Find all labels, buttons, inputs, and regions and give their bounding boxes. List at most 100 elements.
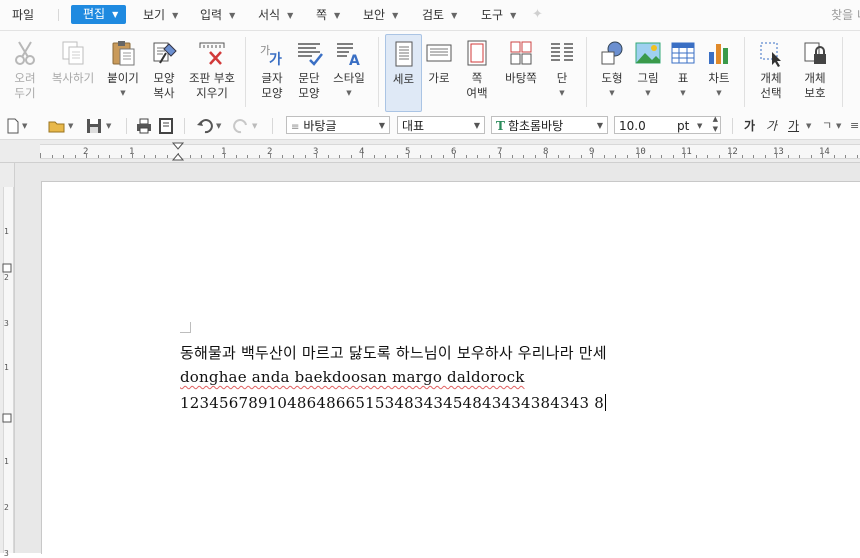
italic-button[interactable]: 가 xyxy=(766,117,777,135)
font-select[interactable]: T 함초롬바탕 ▼ xyxy=(491,116,608,134)
spinner-down-icon[interactable]: ▼ xyxy=(713,124,718,134)
chevron-down-icon[interactable]: ▼ xyxy=(216,117,221,135)
portrait-page-icon xyxy=(395,41,412,67)
save-icon[interactable] xyxy=(86,117,102,135)
shape-button[interactable]: 도형 ▼ xyxy=(595,34,629,110)
ruler-tick xyxy=(454,153,455,158)
ruler-tick xyxy=(626,155,628,158)
bold-button[interactable]: 가 xyxy=(744,117,755,135)
picture-icon xyxy=(635,42,661,64)
clipboard-icon xyxy=(112,41,135,66)
chevron-down-icon[interactable]: ▼ xyxy=(68,117,73,135)
document-line-2[interactable]: donghae anda baekdoosan margo daldorock xyxy=(180,368,525,386)
ruler-number: 2 xyxy=(4,273,9,282)
landscape-button[interactable]: 가로 xyxy=(423,34,455,110)
ruler-tick xyxy=(132,153,133,158)
ruler-tick xyxy=(339,155,340,158)
indent-marker-icon[interactable] xyxy=(172,142,184,162)
para-shape-button[interactable]: 문단 모양 xyxy=(292,34,326,110)
chevron-down-icon[interactable]: ▼ xyxy=(806,117,811,135)
ruler-tick xyxy=(166,155,168,158)
print-preview-icon[interactable] xyxy=(158,117,174,135)
paste-button[interactable]: 붙이기 ▼ xyxy=(102,34,144,110)
table-button[interactable]: 표 ▼ xyxy=(668,34,698,110)
ruler-tick xyxy=(258,155,260,158)
chevron-down-icon[interactable]: ▼ xyxy=(836,117,841,135)
chevron-down-icon: ▼ xyxy=(287,11,294,20)
menu-file[interactable]: 파일 xyxy=(12,6,34,24)
chevron-down-icon: ▼ xyxy=(716,89,722,97)
cut-label-1: 오려 xyxy=(14,71,36,85)
open-folder-icon[interactable] xyxy=(48,117,66,135)
ruler-tick xyxy=(224,153,225,158)
menu-page[interactable]: 쪽 ▼ xyxy=(316,6,340,24)
toolbar-separator xyxy=(272,118,273,134)
ruler-tick xyxy=(189,155,191,158)
format-painter-button[interactable]: 모양 복사 xyxy=(146,34,182,110)
document-line-3[interactable]: 1234567891048648665153483434548434343843… xyxy=(180,394,607,412)
ruler-tick xyxy=(672,155,674,158)
menu-insert[interactable]: 입력 ▼ xyxy=(200,6,235,24)
menu-format[interactable]: 서식 ▼ xyxy=(258,6,293,24)
ruler-tick xyxy=(155,155,156,158)
chevron-down-icon[interactable]: ▼ xyxy=(106,117,111,135)
portrait-button[interactable]: 세로 xyxy=(385,34,422,112)
columns-button[interactable]: 단 ▼ xyxy=(546,34,578,110)
cut-button[interactable]: 오려 두기 xyxy=(6,34,44,110)
spinner-up-icon[interactable]: ▲ xyxy=(713,114,718,124)
new-document-icon[interactable] xyxy=(6,117,20,135)
clear-markup-button[interactable]: 조판 부호 지우기 xyxy=(186,34,238,110)
copy-icon xyxy=(62,41,84,65)
menu-view[interactable]: 보기 ▼ xyxy=(143,6,178,24)
vertical-ruler[interactable]: 1 2 3 1 1 2 3 xyxy=(0,163,15,558)
ruler-number: 3 xyxy=(4,549,9,558)
print-icon[interactable] xyxy=(136,117,152,135)
page-margin-button[interactable]: 쪽 여백 xyxy=(460,34,494,110)
menu-tools[interactable]: 도구 ▼ xyxy=(481,6,516,24)
strikethrough-icon[interactable]: ㄱ xyxy=(822,117,832,135)
truetype-font-icon: T xyxy=(496,119,505,133)
object-select-button[interactable]: 개체 선택 xyxy=(753,34,789,110)
picture-button[interactable]: 그림 ▼ xyxy=(632,34,664,110)
copy-button[interactable]: 복사하기 xyxy=(48,34,98,110)
menu-review[interactable]: 검토 ▼ xyxy=(422,6,457,24)
style-select-value: 바탕글 xyxy=(303,119,337,133)
font-size-field[interactable]: 10.0 pt ▼ ▲ ▼ xyxy=(614,114,721,134)
ruler-tick xyxy=(753,155,754,158)
ruler-tick xyxy=(695,155,697,158)
ruler-number: 12 xyxy=(727,147,738,157)
chevron-down-icon[interactable]: ▼ xyxy=(22,117,27,135)
char-shape-icon: 가가 xyxy=(260,44,282,68)
char-shape-button[interactable]: 가가 글자 모양 xyxy=(255,34,289,110)
landscape-label: 가로 xyxy=(428,71,450,85)
ruler-tick xyxy=(649,155,651,158)
chevron-down-icon[interactable]: ▼ xyxy=(252,117,257,135)
document-area[interactable]: 동해물과 백두산이 마르고 닳도록 하느님이 보우하사 우리나라 만세 dong… xyxy=(15,163,860,554)
style-button[interactable]: A 스타일 ▼ xyxy=(329,34,369,110)
language-select-value: 대표 xyxy=(402,119,425,133)
menu-security[interactable]: 보안 ▼ xyxy=(363,6,398,24)
redo-icon[interactable] xyxy=(232,117,250,135)
menu-security-label: 보안 xyxy=(363,8,386,22)
language-select[interactable]: 대표 ▼ xyxy=(397,116,485,134)
background-page-button[interactable]: 바탕쪽 xyxy=(501,34,541,110)
chevron-down-icon: ▼ xyxy=(510,11,517,20)
undo-icon[interactable] xyxy=(196,117,214,135)
chevron-down-icon: ▼ xyxy=(596,121,603,130)
document-page[interactable]: 동해물과 백두산이 마르고 닳도록 하느님이 보우하사 우리나라 만세 dong… xyxy=(41,181,860,554)
document-line-1[interactable]: 동해물과 백두산이 마르고 닳도록 하느님이 보우하사 우리나라 만세 xyxy=(180,342,607,363)
search-hint[interactable]: 찾을 내 xyxy=(831,6,860,23)
puzzle-icon[interactable]: ✦ xyxy=(532,8,546,22)
horizontal-ruler[interactable]: 2 1 1 2 3 4 5 6 7 8 9 10 11 12 13 14 xyxy=(0,140,860,163)
style-select[interactable]: ≡ 바탕글 ▼ xyxy=(286,116,390,134)
ruler-tick xyxy=(787,155,789,158)
more-icon[interactable]: ≡ xyxy=(850,117,859,135)
object-protect-button[interactable]: 개체 보호 xyxy=(797,34,833,110)
underline-button[interactable]: 가 xyxy=(788,117,799,135)
font-size-unit: pt xyxy=(677,119,690,133)
ruler-tick xyxy=(247,155,248,158)
ruler-tick xyxy=(86,153,87,158)
menu-edit[interactable]: 편집 ▼ xyxy=(71,5,127,24)
font-select-value: 함초롬바탕 xyxy=(507,119,564,133)
chart-button[interactable]: 차트 ▼ xyxy=(703,34,735,110)
